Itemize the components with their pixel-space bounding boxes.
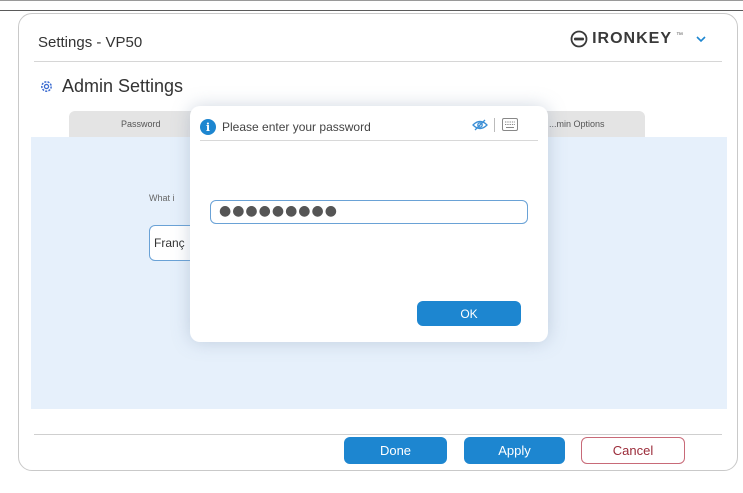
ironkey-logo-icon [570,30,588,48]
tab-password[interactable]: Password [121,119,161,129]
brand-logo: IRONKEY ™ [570,30,707,48]
done-button[interactable]: Done [344,437,447,464]
language-question-label: What i [149,193,175,203]
logo-trademark: ™ [676,31,683,39]
dialog-title: Please enter your password [222,120,371,134]
password-dialog: i Please enter your password ●●●●●●●●● O… [190,106,548,342]
admin-settings-header: Admin Settings [39,76,183,97]
cancel-button[interactable]: Cancel [581,437,685,464]
apply-button[interactable]: Apply [464,437,565,464]
chevron-down-icon[interactable] [695,33,707,45]
password-input[interactable]: ●●●●●●●●● [210,200,528,224]
tab-admin-options[interactable]: ...min Options [549,119,605,129]
dialog-header: i Please enter your password [200,119,371,135]
language-select-value: Franç [154,236,185,250]
logo-text: IRONKEY [592,30,672,47]
page-title: Admin Settings [62,76,184,96]
dialog-divider [200,140,538,141]
info-icon: i [200,119,216,135]
title-divider [34,61,722,62]
window-title: Settings - VP50 [38,34,143,51]
ok-button[interactable]: OK [417,301,521,326]
gear-icon [41,81,52,92]
screen-top-rule-2 [0,10,743,11]
footer-divider [34,434,722,435]
icon-separator [494,118,495,132]
eye-icon[interactable] [472,118,488,132]
screen-top-rule [0,0,743,1]
keyboard-icon[interactable] [502,118,518,131]
